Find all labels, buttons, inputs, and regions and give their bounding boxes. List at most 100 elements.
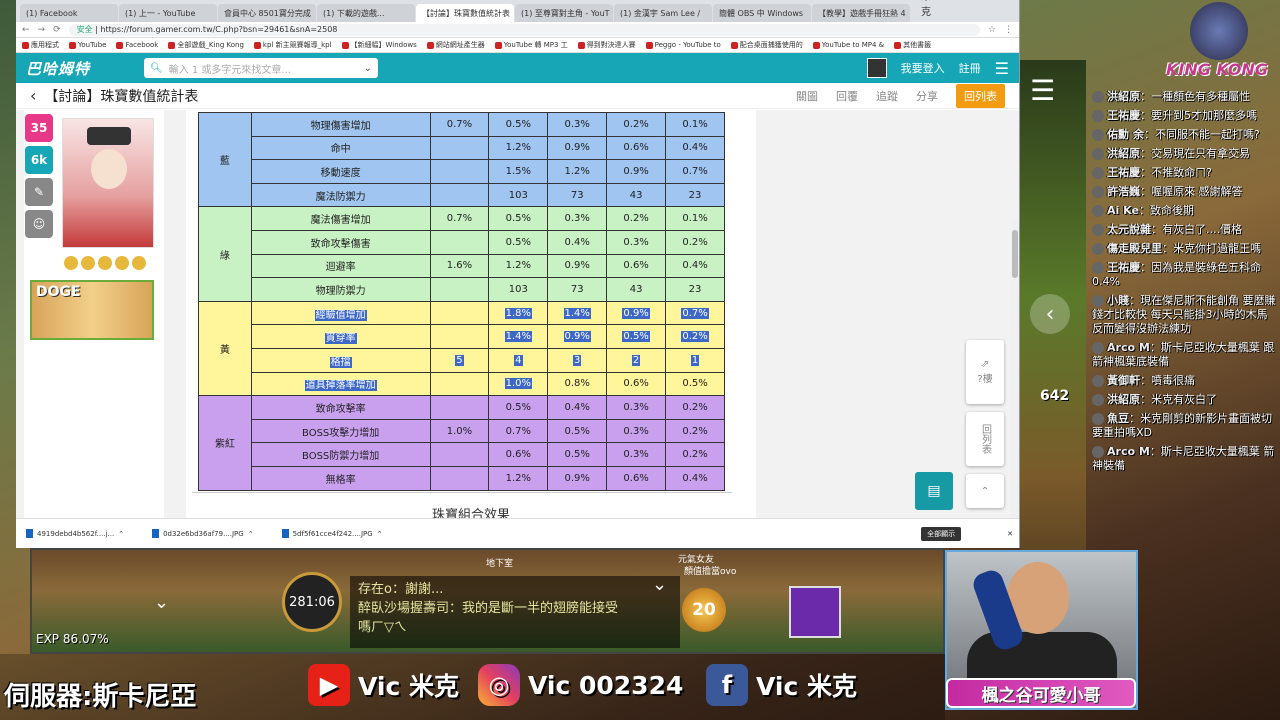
browser-tab[interactable]: 【討論】珠寶數值統計表 <box>416 4 514 22</box>
browser-tab[interactable]: 【教學】遊戲手冊狂熱 4 <box>812 4 910 22</box>
share-button[interactable]: 分享 <box>916 88 938 104</box>
bookmark-item[interactable]: Peggo - YouTube to <box>645 41 721 49</box>
back-to-list-button[interactable]: 回列表 <box>956 83 1005 108</box>
chevron-down-icon[interactable]: ⌄ <box>364 63 372 74</box>
back-button[interactable]: ‹ <box>30 86 36 105</box>
user-avatar[interactable] <box>866 58 887 78</box>
chat-message: 許浩巍：喔喔原來 感謝解答 <box>1092 185 1280 199</box>
value-cell <box>429 300 490 326</box>
register-link[interactable]: 註冊 <box>959 60 981 76</box>
floating-tools: ⇗ ?樓 回列表 ⌃ <box>966 340 1004 516</box>
bookmark-item[interactable]: 應用程式 <box>22 40 59 50</box>
bookmark-item[interactable]: 全部遊戲_King Kong <box>168 40 244 50</box>
chat-message: Arco M：斯卡尼亞收大量楓葉 箭神裝備 <box>1092 445 1275 472</box>
profile-name[interactable]: Vic米克 <box>921 0 939 18</box>
show-all-downloads-button[interactable]: 全部顯示 <box>921 526 962 541</box>
download-item[interactable]: 0d32e6bd36af79....JPG ⌃ <box>152 529 254 538</box>
bookmark-item[interactable]: YouTube to MP4 & <box>812 41 884 49</box>
value-cell <box>429 135 490 161</box>
bookmark-icon <box>253 41 261 49</box>
value-cell: 0.9% <box>606 159 667 184</box>
browser-tab[interactable]: 會員中心 8501寶分完成 <box>218 4 316 22</box>
close-downloads-icon[interactable]: ✕ <box>1007 530 1013 538</box>
value-cell: 3 <box>547 347 608 373</box>
value-cell: 0.2% <box>665 418 725 444</box>
stat-cell: 道具掉落率增加 <box>250 371 431 397</box>
browser-tab[interactable]: (1) Facebook <box>20 4 118 22</box>
value-cell: 0.6% <box>606 371 667 397</box>
window-controls: Vic米克 — □ ✕ <box>911 0 1019 22</box>
bookmark-item[interactable]: 得到對決達人賽 <box>577 40 636 50</box>
table-row: 致命攻擊傷害 0.5% 0.4% 0.3% 0.2% <box>199 229 725 255</box>
browser-menu-icon[interactable]: ⋮ <box>1004 25 1013 35</box>
minimize-button[interactable]: — <box>953 0 963 18</box>
close-button[interactable]: ✕ <box>1001 0 1009 18</box>
bookmark-item[interactable]: kpl 新主競賽報導_kpl <box>253 40 332 50</box>
chat-avatar <box>1092 205 1104 217</box>
site-logo[interactable]: 巴哈姆特 <box>26 58 134 79</box>
jump-floor-button[interactable]: ⇗ ?樓 <box>966 340 1004 404</box>
browser-tab[interactable]: (1) 金漢宇 Sam Lee / <box>614 4 712 22</box>
chat-message: 王祐慶：不推致命ㄇ? <box>1092 166 1280 180</box>
reply-button[interactable]: 回覆 <box>836 88 858 104</box>
youtube-social: ▶ Vic 米克 <box>308 664 459 706</box>
star-icon[interactable]: ☆ <box>988 25 996 35</box>
chat-message: Ai Ke：致命後期 <box>1092 204 1280 218</box>
king-kong-logo: KING KONG <box>1160 2 1278 92</box>
bookmark-icon <box>426 41 434 49</box>
stat-cell: 致命攻擊率 <box>250 395 431 420</box>
value-cell: 73 <box>547 182 608 208</box>
bookmarks-bar: 應用程式 YouTube Facebook 全部遊戲_King Kong kpl 新主競… <box>16 38 1019 53</box>
value-cell <box>429 442 490 467</box>
page-scrollbar[interactable] <box>1011 220 1019 518</box>
browser-tab[interactable]: 簡體 OBS 中 Windows <box>713 4 811 22</box>
maximize-button[interactable]: □ <box>977 0 986 18</box>
bookmark-item[interactable]: 【新細幅】Windows <box>341 40 417 50</box>
value-cell: 0.7% <box>665 300 725 326</box>
tool-icon[interactable]: ✎ <box>25 178 53 206</box>
chat-message: 洪紹原：一種顏色有多種屬性 <box>1092 90 1280 104</box>
images-button[interactable]: 關圖 <box>796 88 818 104</box>
bookmark-item[interactable]: 其他書籤 <box>894 40 931 50</box>
url-field[interactable]: 安全 | https://forum.gamer.com.tw/C.php?bs… <box>68 23 980 36</box>
value-cell: 0.3% <box>606 418 667 444</box>
reload-icon[interactable]: ⟳ <box>53 25 61 35</box>
downloads-bar: 4919debd4b562f....j... ⌃ 0d32e6bd36af79.… <box>16 518 1019 548</box>
search-icon: 🔍︎ <box>150 62 163 74</box>
bookmark-item[interactable]: 配合桌面捕獲使用的 <box>730 40 803 50</box>
value-cell <box>429 324 490 349</box>
scroll-top-button[interactable]: ⌃ <box>966 474 1004 508</box>
bookmark-item[interactable]: Facebook <box>116 41 158 49</box>
jewel-stats-table: 藍物理傷害增加 0.7% 0.5% 0.3% 0.2% 0.1% 命中 1.2% 0.9% 0.6… <box>198 111 725 491</box>
value-cell: 1.2% <box>488 253 549 279</box>
value-cell: 0.2% <box>665 395 725 420</box>
value-cell <box>429 465 490 491</box>
table-row: 魔法防禦力 103 73 43 23 <box>199 182 725 208</box>
back-nav-icon[interactable]: ← <box>22 25 30 35</box>
author-panel: 35 6k ✎ ☺ DOGE <box>24 110 164 518</box>
chat-icon[interactable]: ▤ <box>915 472 953 510</box>
group-cell: 黃 <box>198 300 252 397</box>
download-item[interactable]: 5df5f61cce4f242....JPG ⌃ <box>281 529 383 538</box>
instagram-social: ◎ Vic 002324 <box>478 664 683 706</box>
download-item[interactable]: 4919debd4b562f....j... ⌃ <box>26 529 124 538</box>
bookmark-item[interactable]: 網站網址產生器 <box>426 40 485 50</box>
level-indicator: 20 <box>682 588 726 632</box>
value-cell: 0.3% <box>606 229 667 255</box>
follow-button[interactable]: 追蹤 <box>876 88 898 104</box>
profile-icon[interactable]: ☺ <box>25 210 53 238</box>
browser-tab[interactable]: (1) 上一 - YouTube <box>119 4 217 22</box>
forward-nav-icon[interactable]: → <box>38 25 46 35</box>
search-input[interactable]: 🔍︎ 輸入 1 或多字元來找文章... ⌄ <box>144 58 378 78</box>
bookmark-item[interactable]: YouTube <box>69 41 106 49</box>
chat-message: 王祐慶：要升到5才加那麼多嗎 <box>1092 109 1280 123</box>
menu-icon[interactable]: ☰ <box>995 59 1009 78</box>
bookmark-item[interactable]: YouTube 轉 MP3 工 <box>494 40 568 50</box>
browser-tab[interactable]: (1) 下載的遊戲... <box>317 4 415 22</box>
browser-tab[interactable]: (1) 至尊寶對主角 - YouT <box>515 4 613 22</box>
list-button[interactable]: 回列表 <box>966 412 1004 466</box>
login-link[interactable]: 我要登入 <box>901 60 945 76</box>
chat-avatar <box>1092 167 1104 179</box>
value-cell: 0.7% <box>429 112 490 137</box>
search-placeholder: 輸入 1 或多字元來找文章... <box>168 64 291 76</box>
